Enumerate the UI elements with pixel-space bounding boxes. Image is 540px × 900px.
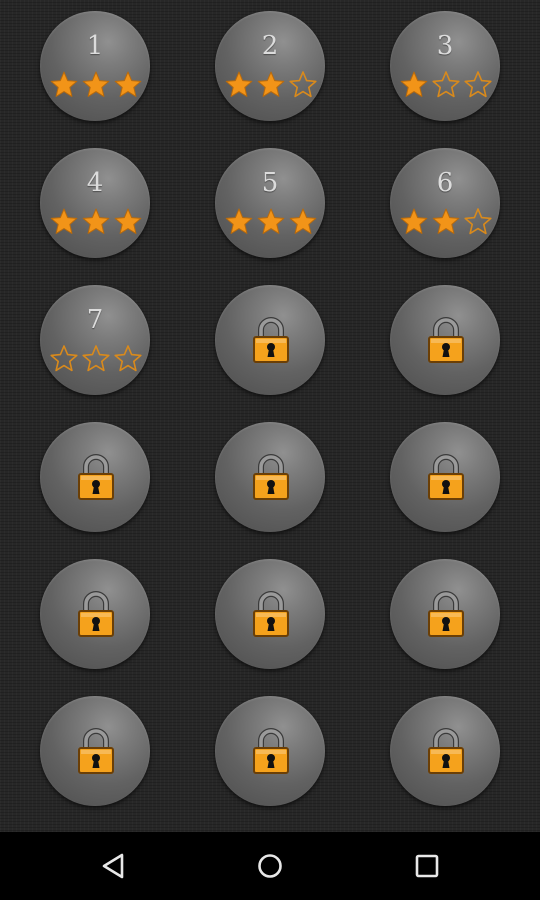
level-button-7[interactable]: 7 bbox=[40, 285, 150, 395]
star-filled-icon bbox=[223, 69, 255, 101]
star-rating bbox=[223, 69, 319, 101]
star-rating bbox=[223, 206, 319, 238]
level-button-locked[interactable] bbox=[390, 422, 500, 532]
padlock-icon bbox=[426, 589, 466, 639]
star-filled-icon bbox=[112, 206, 144, 238]
star-rating bbox=[398, 69, 494, 101]
padlock-icon bbox=[251, 589, 291, 639]
star-filled-icon bbox=[398, 206, 430, 238]
star-empty-icon bbox=[112, 343, 144, 375]
star-empty-icon bbox=[462, 69, 494, 101]
star-rating bbox=[48, 69, 144, 101]
level-number: 3 bbox=[436, 31, 454, 61]
level-button-1[interactable]: 1 bbox=[40, 11, 150, 121]
level-number: 5 bbox=[261, 168, 279, 198]
padlock-icon bbox=[251, 726, 291, 776]
level-button-locked[interactable] bbox=[390, 559, 500, 669]
level-grid: 1 2 3 4 5 6 7 bbox=[0, 0, 540, 832]
padlock-icon bbox=[251, 315, 291, 365]
star-filled-icon bbox=[48, 69, 80, 101]
star-rating bbox=[398, 206, 494, 238]
level-button-locked[interactable] bbox=[390, 696, 500, 806]
level-number: 6 bbox=[436, 168, 454, 198]
padlock-icon bbox=[76, 452, 116, 502]
level-button-locked[interactable] bbox=[40, 696, 150, 806]
level-button-5[interactable]: 5 bbox=[215, 148, 325, 258]
navigation-bar bbox=[0, 832, 540, 900]
star-filled-icon bbox=[223, 206, 255, 238]
padlock-icon bbox=[426, 315, 466, 365]
star-filled-icon bbox=[255, 206, 287, 238]
recents-button[interactable] bbox=[407, 846, 447, 886]
padlock-icon bbox=[76, 726, 116, 776]
star-empty-icon bbox=[80, 343, 112, 375]
star-filled-icon bbox=[430, 206, 462, 238]
level-button-locked[interactable] bbox=[390, 285, 500, 395]
level-button-locked[interactable] bbox=[215, 696, 325, 806]
back-icon bbox=[102, 853, 124, 879]
level-number: 2 bbox=[261, 31, 279, 61]
star-filled-icon bbox=[80, 206, 112, 238]
level-number: 1 bbox=[86, 31, 104, 61]
level-button-locked[interactable] bbox=[40, 422, 150, 532]
level-button-6[interactable]: 6 bbox=[390, 148, 500, 258]
level-button-3[interactable]: 3 bbox=[390, 11, 500, 121]
level-button-locked[interactable] bbox=[215, 285, 325, 395]
padlock-icon bbox=[426, 726, 466, 776]
star-empty-icon bbox=[430, 69, 462, 101]
padlock-icon bbox=[251, 452, 291, 502]
home-icon bbox=[258, 854, 282, 878]
star-rating bbox=[48, 343, 144, 375]
star-filled-icon bbox=[287, 206, 319, 238]
star-filled-icon bbox=[398, 69, 430, 101]
padlock-icon bbox=[426, 452, 466, 502]
level-button-4[interactable]: 4 bbox=[40, 148, 150, 258]
star-filled-icon bbox=[48, 206, 80, 238]
level-number: 4 bbox=[86, 168, 104, 198]
level-number: 7 bbox=[86, 305, 104, 335]
star-filled-icon bbox=[80, 69, 112, 101]
star-empty-icon bbox=[48, 343, 80, 375]
star-rating bbox=[48, 206, 144, 238]
level-button-locked[interactable] bbox=[215, 559, 325, 669]
recents-icon bbox=[415, 854, 439, 878]
star-empty-icon bbox=[462, 206, 494, 238]
level-button-locked[interactable] bbox=[40, 559, 150, 669]
star-filled-icon bbox=[255, 69, 287, 101]
level-button-locked[interactable] bbox=[215, 422, 325, 532]
star-filled-icon bbox=[112, 69, 144, 101]
star-empty-icon bbox=[287, 69, 319, 101]
home-button[interactable] bbox=[250, 846, 290, 886]
back-button[interactable] bbox=[94, 846, 134, 886]
level-button-2[interactable]: 2 bbox=[215, 11, 325, 121]
padlock-icon bbox=[76, 589, 116, 639]
